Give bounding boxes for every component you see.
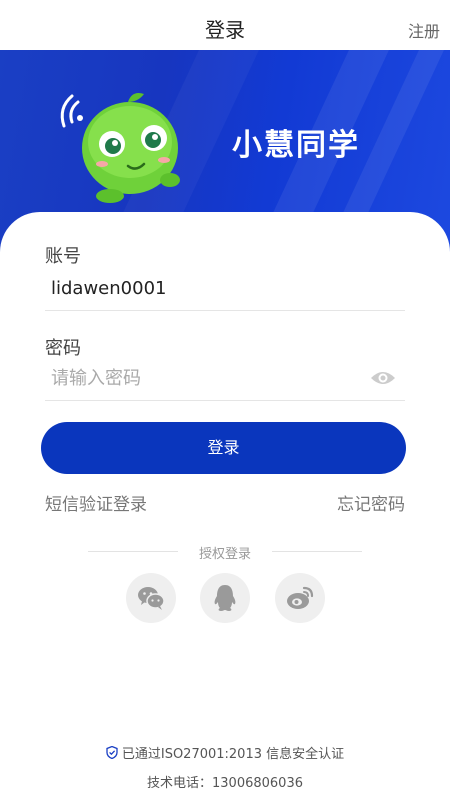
tech-phone-text: 技术电话：13006806036: [147, 776, 303, 791]
account-input[interactable]: [45, 267, 405, 311]
login-card: 账号 密码 登录 短信验证登录 忘记密码 授权登录: [0, 212, 450, 800]
weibo-icon: [287, 586, 314, 609]
weibo-login-button[interactable]: [275, 573, 325, 623]
top-bar: 登录 注册: [0, 0, 450, 50]
brand-name: 小慧同学: [232, 128, 360, 163]
qq-icon: [214, 585, 236, 611]
authorized-login-label: 授权登录: [198, 547, 251, 562]
certification-label: 已通过ISO27001:2013 信息安全认证: [121, 747, 345, 762]
mascot-illustration: [60, 93, 180, 203]
password-input[interactable]: [45, 357, 405, 401]
forgot-password-link[interactable]: 忘记密码: [337, 490, 405, 515]
register-link[interactable]: 注册: [408, 18, 440, 42]
certification-text: 已通过ISO27001:2013 信息安全认证: [0, 743, 450, 762]
wechat-login-button[interactable]: [126, 573, 176, 623]
wechat-icon: [138, 587, 165, 610]
login-button[interactable]: 登录: [41, 422, 406, 474]
eye-icon[interactable]: [370, 369, 396, 387]
account-label: 账号: [45, 246, 81, 267]
sms-login-link[interactable]: 短信验证登录: [45, 490, 147, 515]
shield-check-icon: [106, 746, 118, 759]
page-title: 登录: [205, 18, 245, 42]
divider-line-right: [272, 551, 362, 552]
qq-login-button[interactable]: [200, 573, 250, 623]
